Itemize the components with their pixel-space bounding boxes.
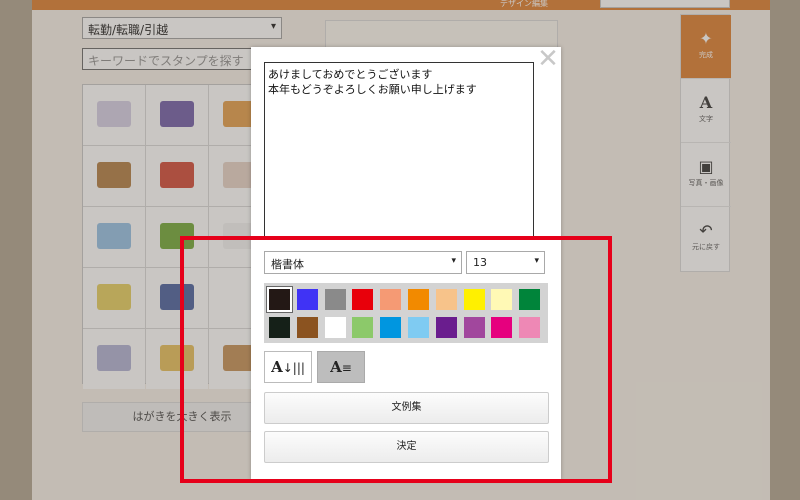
highlight-frame (180, 236, 612, 483)
close-icon[interactable]: ✕ (537, 46, 559, 72)
message-textarea[interactable]: あけましておめでとうございます 本年もどうぞよろしくお願い申し上げます (264, 62, 534, 237)
